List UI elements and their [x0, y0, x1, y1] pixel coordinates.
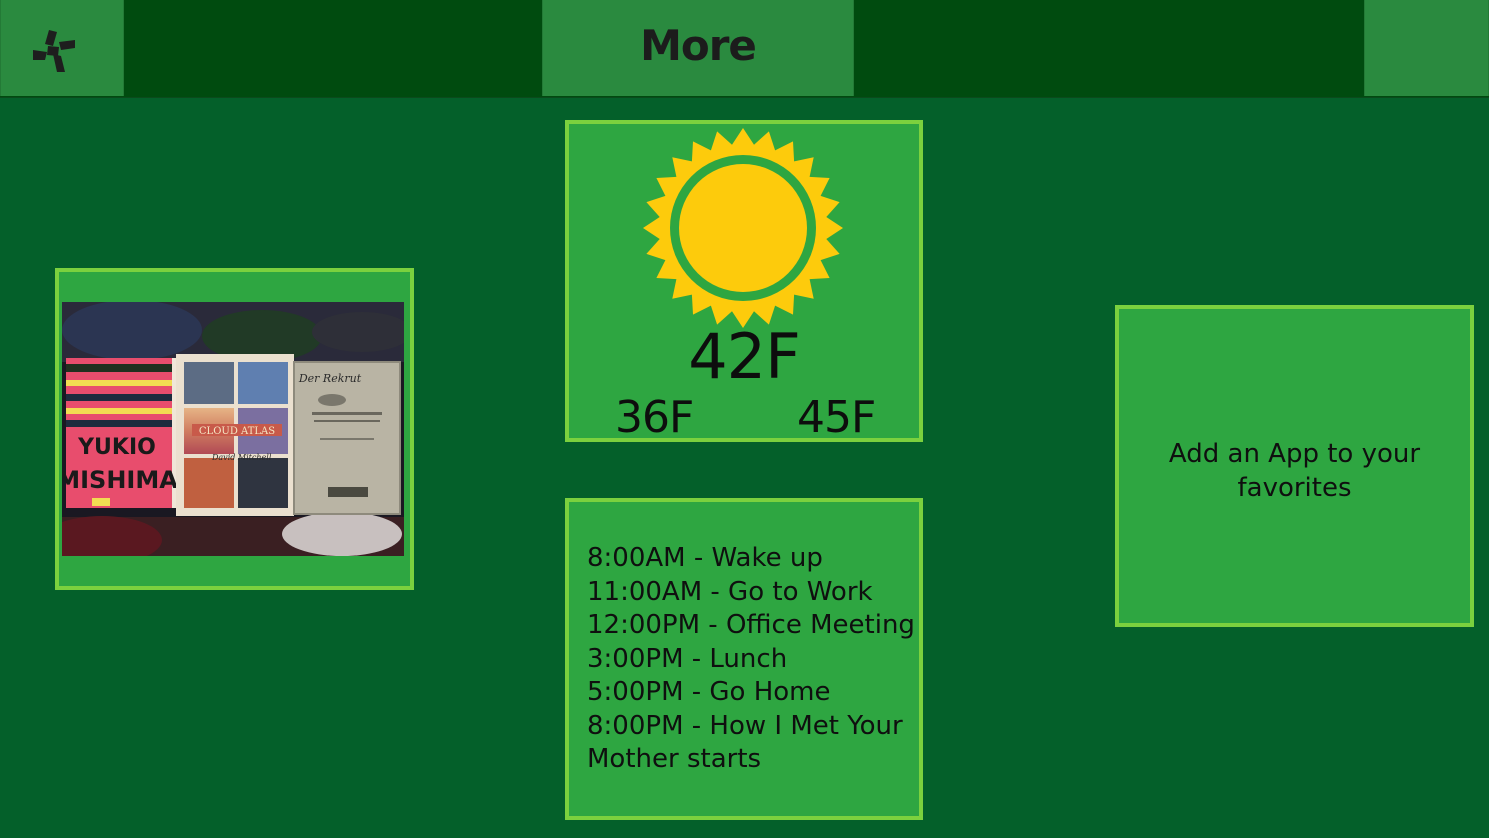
current-temperature: 42F — [688, 320, 801, 393]
more-button[interactable]: More — [542, 0, 854, 96]
add-app-tile[interactable]: Add an App to your favorites — [1115, 305, 1474, 627]
book-mishima: YUKIO MISHIMA — [62, 358, 180, 508]
schedule-item: 8:00AM - Wake up — [587, 543, 823, 573]
schedule-item: 11:00AM - Go to Work — [587, 576, 873, 607]
svg-text:David Mitchell: David Mitchell — [211, 453, 272, 462]
top-bar: More — [0, 0, 1489, 98]
top-right-button[interactable] — [1364, 0, 1489, 96]
home-screen: More YUKIO MISHIMA CLOUD ATLAS David Mit… — [0, 0, 1489, 838]
low-temperature: 36F — [615, 392, 694, 443]
schedule-item: 8:00PM - How I Met Your Mother starts — [587, 710, 903, 775]
schedule-list: 8:00AM - Wake up 11:00AM - Go to Work 12… — [587, 542, 917, 777]
more-label: More — [640, 21, 757, 70]
photo-image: YUKIO MISHIMA CLOUD ATLAS David Mitchell — [62, 302, 404, 556]
book-der-rekrut: Der Rekrut — [293, 361, 401, 515]
add-app-label: Add an App to your favorites — [1168, 439, 1421, 503]
svg-text:Der Rekrut: Der Rekrut — [298, 372, 362, 385]
schedule-item: 12:00PM - Office Meeting — [587, 610, 915, 640]
schedule-tile[interactable]: 8:00AM - Wake up 11:00AM - Go to Work 12… — [565, 498, 923, 820]
svg-text:MISHIMA: MISHIMA — [62, 466, 178, 494]
logo-icon — [33, 30, 75, 72]
home-logo-button[interactable] — [0, 0, 124, 96]
book-cloud-atlas: CLOUD ATLAS David Mitchell — [176, 354, 294, 516]
photo-tile[interactable]: YUKIO MISHIMA CLOUD ATLAS David Mitchell — [55, 268, 414, 590]
svg-text:YUKIO: YUKIO — [77, 435, 156, 460]
svg-text:CLOUD ATLAS: CLOUD ATLAS — [199, 426, 275, 437]
books-photo-illustration: YUKIO MISHIMA CLOUD ATLAS David Mitchell — [62, 302, 404, 556]
sun-icon — [643, 128, 843, 328]
schedule-item: 3:00PM - Lunch — [587, 643, 788, 674]
high-temperature: 45F — [797, 392, 876, 443]
weather-tile[interactable]: 42F 36F 45F — [565, 120, 923, 443]
schedule-item: 5:00PM - Go Home — [587, 677, 831, 707]
